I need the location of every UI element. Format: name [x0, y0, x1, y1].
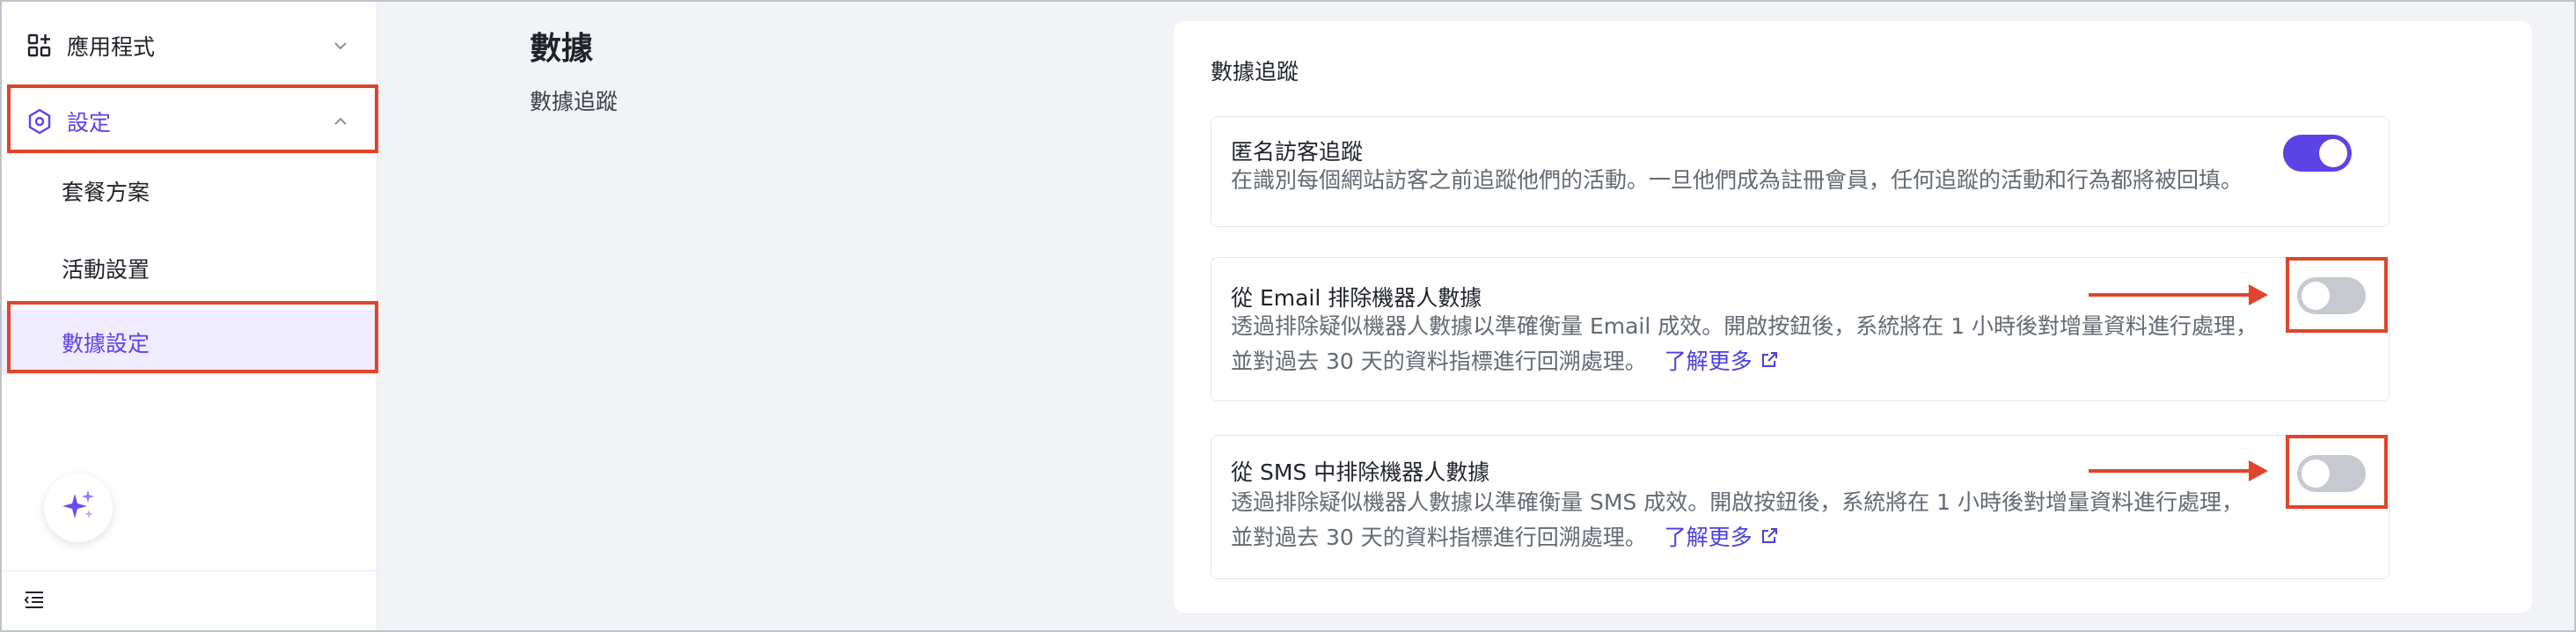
setting-row-anonymous-tracking: 匿名訪客追蹤 在識別每個網站訪客之前追蹤他們的活動。一旦他們成為註冊會員，任何追… — [1211, 116, 2389, 227]
apps-grid-icon — [25, 31, 55, 61]
setting-description-line1: 透過排除疑似機器人數據以準確衡量 Email 成效。開啟按鈕後，系統將在 1 小… — [1231, 313, 2258, 339]
sidebar-item-label: 套餐方案 — [62, 180, 150, 205]
setting-description: 透過排除疑似機器人數據以準確衡量 Email 成效。開啟按鈕後，系統將在 1 小… — [1231, 309, 2287, 380]
annotation-arrow-email — [2089, 284, 2268, 305]
learn-more-label: 了解更多 — [1664, 525, 1753, 550]
highlight-box-email-toggle — [2286, 257, 2388, 333]
page-title: 數據 — [530, 31, 594, 67]
setting-title: 從 Email 排除機器人數據 — [1231, 285, 1482, 311]
setting-description: 透過排除疑似機器人數據以準確衡量 SMS 成效。開啟按鈕後，系統將在 1 小時後… — [1231, 485, 2287, 556]
sidebar-divider — [2, 570, 377, 571]
setting-title: 匿名訪客追蹤 — [1231, 139, 1364, 165]
setting-row-sms-bot-exclusion: 從 SMS 中排除機器人數據 透過排除疑似機器人數據以準確衡量 SMS 成效。開… — [1211, 435, 2389, 579]
page-subtitle: 數據追蹤 — [530, 89, 618, 114]
collapse-sidebar-button[interactable] — [21, 588, 48, 614]
setting-description-line2-text: 並對過去 30 天的資料指標進行回溯處理。 — [1231, 525, 1647, 550]
external-link-icon — [1760, 521, 1779, 556]
chevron-down-icon — [331, 36, 350, 55]
sidebar-item-plans[interactable]: 套餐方案 — [2, 158, 377, 224]
setting-description-line2: 並對過去 30 天的資料指標進行回溯處理。 了解更多 — [1231, 520, 2287, 556]
setting-description-line2-text: 並對過去 30 天的資料指標進行回溯處理。 — [1231, 349, 1647, 374]
learn-more-label: 了解更多 — [1664, 349, 1753, 374]
card-title: 數據追蹤 — [1211, 59, 1299, 85]
setting-description: 在識別每個網站訪客之前追蹤他們的活動。一旦他們成為註冊會員，任何追蹤的活動和行為… — [1231, 167, 2243, 193]
setting-description-line2: 並對過去 30 天的資料指標進行回溯處理。 了解更多 — [1231, 344, 2287, 380]
learn-more-link[interactable]: 了解更多 — [1665, 349, 1779, 374]
anonymous-tracking-toggle[interactable] — [2283, 135, 2352, 172]
toggle-knob — [2319, 139, 2347, 167]
setting-description-line1: 透過排除疑似機器人數據以準確衡量 SMS 成效。開啟按鈕後，系統將在 1 小時後… — [1231, 489, 2244, 515]
nav-apps[interactable]: 應用程式 — [2, 14, 377, 77]
highlight-box-data-settings — [7, 301, 378, 373]
learn-more-link[interactable]: 了解更多 — [1665, 525, 1779, 550]
nav-apps-label: 應用程式 — [67, 34, 156, 60]
annotation-arrow-sms — [2089, 460, 2268, 481]
setting-title: 從 SMS 中排除機器人數據 — [1231, 459, 1490, 485]
collapse-menu-icon — [23, 589, 46, 614]
sidebar-item-activity[interactable]: 活動設置 — [2, 236, 377, 301]
highlight-box-settings — [7, 85, 378, 153]
sidebar-item-label: 活動設置 — [62, 257, 150, 283]
setting-row-email-bot-exclusion: 從 Email 排除機器人數據 透過排除疑似機器人數據以準確衡量 Email 成… — [1211, 257, 2389, 401]
highlight-box-sms-toggle — [2286, 435, 2388, 509]
sparkle-icon — [59, 487, 98, 529]
ai-assistant-button[interactable] — [44, 474, 113, 542]
external-link-icon — [1760, 345, 1779, 380]
